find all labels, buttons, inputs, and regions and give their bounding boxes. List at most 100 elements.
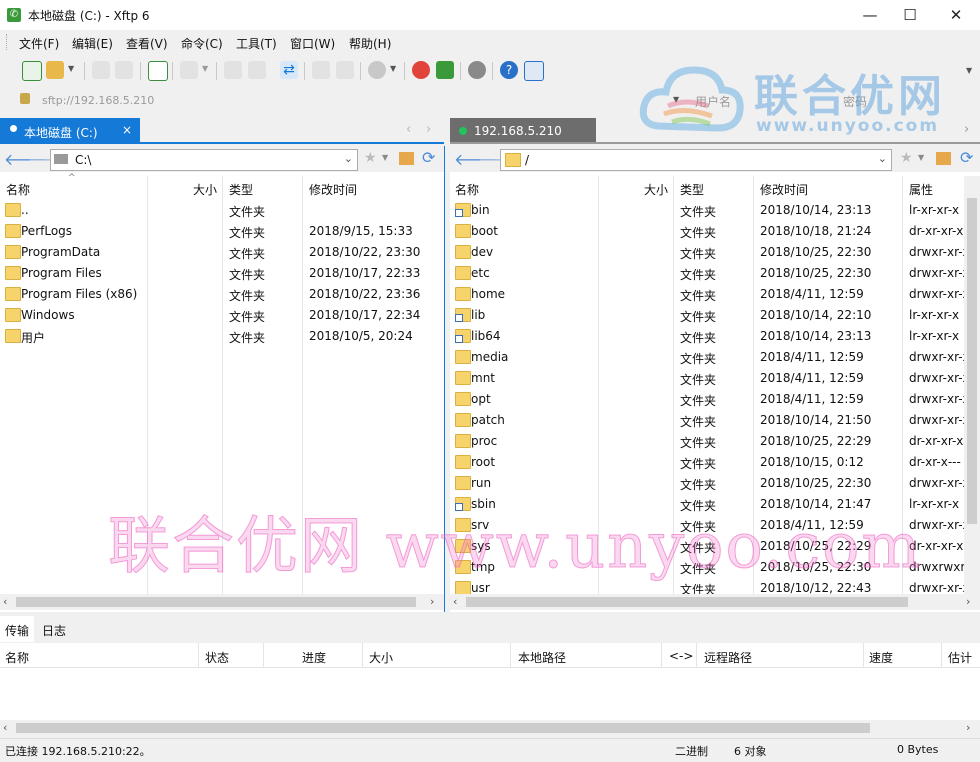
- col-mtime[interactable]: 修改时间: [309, 181, 357, 198]
- chevron-down-icon[interactable]: ▼: [918, 153, 924, 162]
- col-type[interactable]: 类型: [680, 181, 704, 198]
- tab-log[interactable]: 日志: [36, 616, 76, 642]
- local-horizontal-scrollbar[interactable]: ‹ ›: [0, 594, 444, 610]
- new-session-icon[interactable]: [22, 61, 42, 81]
- copy-icon[interactable]: [312, 61, 330, 79]
- chevron-down-icon[interactable]: ▼: [390, 64, 396, 73]
- transfer-col-progress[interactable]: 进度: [302, 649, 326, 666]
- connect-icon[interactable]: [92, 61, 110, 79]
- col-name[interactable]: 名称: [6, 181, 30, 198]
- local-scroll-thumb[interactable]: [16, 597, 416, 607]
- col-mtime[interactable]: 修改时间: [760, 181, 808, 198]
- open-folder-icon[interactable]: [46, 61, 64, 79]
- tab-remote-host[interactable]: 192.168.5.210: [450, 118, 596, 144]
- tab-local-disk[interactable]: 本地磁盘 (C:) ×: [0, 118, 140, 144]
- scroll-right-icon[interactable]: ›: [966, 721, 970, 734]
- transfer-horizontal-scrollbar[interactable]: ‹ ›: [0, 720, 980, 736]
- menu-view[interactable]: 查看(V): [126, 35, 168, 52]
- chevron-down-icon[interactable]: ▼: [68, 64, 74, 73]
- download-icon[interactable]: [248, 61, 266, 79]
- terminal-icon[interactable]: [180, 61, 198, 79]
- table-row[interactable]: Program Files (x86) 文件夹 2018/10/22, 23:36: [0, 284, 444, 305]
- home-folder-icon[interactable]: [399, 152, 414, 165]
- remote-vscroll-thumb[interactable]: [967, 198, 977, 524]
- transfer-col-size[interactable]: 大小: [369, 649, 393, 666]
- favorite-star-icon[interactable]: ★: [364, 150, 377, 166]
- xftp-icon[interactable]: [436, 61, 454, 79]
- paste-icon[interactable]: [336, 61, 354, 79]
- transfer-col-name[interactable]: 名称: [5, 649, 29, 666]
- remote-scroll-thumb[interactable]: [466, 597, 908, 607]
- close-button[interactable]: ✕: [936, 0, 976, 30]
- home-folder-icon[interactable]: [936, 152, 951, 165]
- menu-help[interactable]: 帮助(H): [349, 35, 391, 52]
- table-row[interactable]: bin 文件夹 2018/10/14, 23:13 lr-xr-xr-x: [450, 200, 964, 221]
- table-row[interactable]: Windows 文件夹 2018/10/17, 22:34: [0, 305, 444, 326]
- table-row[interactable]: 用户 文件夹 2018/10/5, 20:24: [0, 326, 444, 347]
- col-size[interactable]: 大小: [193, 181, 217, 198]
- remote-path-input[interactable]: / ⌄: [500, 149, 892, 171]
- col-attr[interactable]: 属性: [909, 181, 933, 198]
- sync-arrows-icon[interactable]: ⇄: [280, 61, 298, 79]
- path-dropdown-icon[interactable]: ⌄: [878, 152, 887, 165]
- refresh-icon[interactable]: ⟳: [422, 148, 435, 167]
- xshell-icon[interactable]: [412, 61, 430, 79]
- table-row[interactable]: lib 文件夹 2018/10/14, 22:10 lr-xr-xr-x: [450, 305, 964, 326]
- tab-scroll-right-icon[interactable]: ›: [964, 122, 969, 137]
- globe-icon[interactable]: [368, 61, 386, 79]
- col-name[interactable]: 名称: [455, 181, 479, 198]
- tab-close-icon[interactable]: ×: [122, 123, 132, 137]
- address-text[interactable]: sftp://192.168.5.210: [42, 94, 154, 107]
- chevron-down-icon[interactable]: ▼: [382, 153, 388, 162]
- tab-transfer[interactable]: 传输: [0, 616, 34, 642]
- favorite-star-icon[interactable]: ★: [900, 150, 913, 166]
- new-window-icon[interactable]: [148, 61, 168, 81]
- menu-command[interactable]: 命令(C): [181, 35, 223, 52]
- menu-window[interactable]: 窗口(W): [290, 35, 335, 52]
- table-row[interactable]: etc 文件夹 2018/10/25, 22:30 drwxr-xr-x: [450, 263, 964, 284]
- gear-icon[interactable]: [468, 61, 486, 79]
- scroll-left-icon[interactable]: ‹: [453, 595, 457, 608]
- scroll-left-icon[interactable]: ‹: [3, 595, 7, 608]
- table-row[interactable]: ProgramData 文件夹 2018/10/22, 23:30: [0, 242, 444, 263]
- transfer-col-remote-path[interactable]: 远程路径: [704, 649, 752, 666]
- menu-tools[interactable]: 工具(T): [236, 35, 277, 52]
- chat-icon[interactable]: [524, 61, 544, 81]
- menu-file[interactable]: 文件(F): [19, 35, 59, 52]
- remote-horizontal-scrollbar[interactable]: ‹ ›: [450, 594, 980, 610]
- table-row[interactable]: media 文件夹 2018/4/11, 12:59 drwxr-xr-x: [450, 347, 964, 368]
- remote-vertical-scrollbar[interactable]: [964, 176, 980, 594]
- table-row[interactable]: dev 文件夹 2018/10/25, 22:30 drwxr-xr-x: [450, 242, 964, 263]
- help-icon[interactable]: ?: [500, 61, 518, 79]
- table-row[interactable]: mnt 文件夹 2018/4/11, 12:59 drwxr-xr-x: [450, 368, 964, 389]
- table-row[interactable]: run 文件夹 2018/10/25, 22:30 drwxr-xr-x: [450, 473, 964, 494]
- table-row[interactable]: boot 文件夹 2018/10/18, 21:24 dr-xr-xr-x: [450, 221, 964, 242]
- table-row[interactable]: opt 文件夹 2018/4/11, 12:59 drwxr-xr-x: [450, 389, 964, 410]
- col-size[interactable]: 大小: [644, 181, 668, 198]
- table-row[interactable]: patch 文件夹 2018/10/14, 21:50 drwxr-xr-x: [450, 410, 964, 431]
- transfer-col-speed[interactable]: 速度: [869, 649, 893, 666]
- table-row[interactable]: root 文件夹 2018/10/15, 0:12 dr-xr-x---: [450, 452, 964, 473]
- maximize-button[interactable]: ☐: [890, 0, 930, 30]
- refresh-icon[interactable]: ⟳: [960, 148, 973, 167]
- col-type[interactable]: 类型: [229, 181, 253, 198]
- table-row[interactable]: lib64 文件夹 2018/10/14, 23:13 lr-xr-xr-x: [450, 326, 964, 347]
- table-row[interactable]: proc 文件夹 2018/10/25, 22:29 dr-xr-xr-x: [450, 431, 964, 452]
- disconnect-icon[interactable]: [115, 61, 133, 79]
- transfer-col-local-path[interactable]: 本地路径: [518, 649, 566, 666]
- tab-scroll-left-icon[interactable]: ‹: [406, 122, 411, 137]
- scroll-right-icon[interactable]: ›: [966, 595, 970, 608]
- table-row[interactable]: PerfLogs 文件夹 2018/9/15, 15:33: [0, 221, 444, 242]
- table-row[interactable]: home 文件夹 2018/4/11, 12:59 drwxr-xr-x: [450, 284, 964, 305]
- scroll-right-icon[interactable]: ›: [430, 595, 434, 608]
- transfer-col-status[interactable]: 状态: [205, 649, 229, 666]
- minimize-button[interactable]: —: [850, 0, 890, 30]
- path-dropdown-icon[interactable]: ⌄: [344, 152, 353, 165]
- scroll-left-icon[interactable]: ‹: [3, 721, 7, 734]
- table-row[interactable]: Program Files 文件夹 2018/10/17, 22:33: [0, 263, 444, 284]
- local-path-input[interactable]: C:\ ⌄: [50, 149, 358, 171]
- table-row[interactable]: .. 文件夹: [0, 200, 444, 221]
- transfer-scroll-thumb[interactable]: [16, 723, 870, 733]
- toolbar-overflow-icon[interactable]: ▼: [966, 66, 972, 75]
- tab-scroll-right-icon[interactable]: ›: [426, 122, 431, 137]
